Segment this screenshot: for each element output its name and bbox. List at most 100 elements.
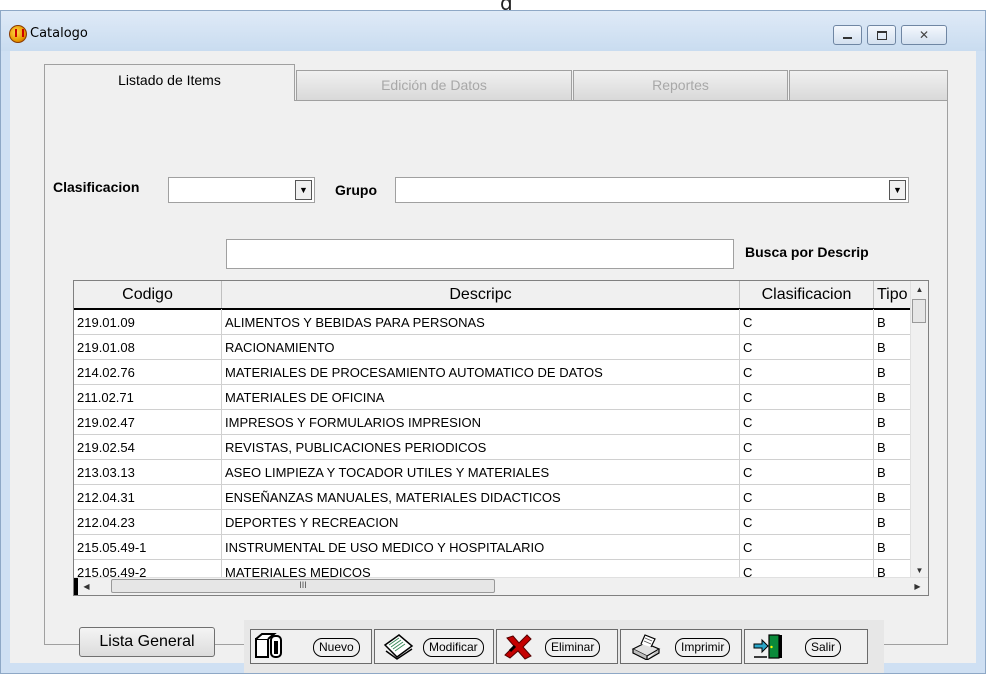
nuevo-label: Nuevo [313,638,360,657]
hscroll-thumb[interactable]: III [111,579,495,593]
cell-descripc[interactable]: ASEO LIMPIEZA Y TOCADOR UTILES Y MATERIA… [222,459,740,485]
cell-clasificacion[interactable]: C [740,434,874,460]
cell-codigo[interactable]: 212.04.31 [74,484,222,510]
table-row[interactable]: 213.03.13 ASEO LIMPIEZA Y TOCADOR UTILES … [74,459,912,485]
cell-descripc[interactable]: IMPRESOS Y FORMULARIOS IMPRESION [222,409,740,435]
cell-descripc[interactable]: ENSEÑANZAS MANUALES, MATERIALES DIDACTIC… [222,484,740,510]
cell-tipo[interactable]: B [874,359,912,385]
salir-label: Salir [805,638,842,657]
scroll-up-icon[interactable]: ▲ [911,281,928,298]
cell-descripc[interactable]: MATERIALES MEDICOS [222,559,740,579]
cell-descripc[interactable]: MATERIALES DE OFICINA [222,384,740,410]
cell-tipo[interactable]: B [874,559,912,579]
cell-codigo[interactable]: 219.02.54 [74,434,222,460]
cell-clasificacion[interactable]: C [740,334,874,360]
new-document-icon [255,633,282,658]
cell-clasificacion[interactable]: C [740,459,874,485]
salir-button[interactable]: Salir [744,629,868,664]
column-header-codigo[interactable]: Codigo [74,281,222,308]
eliminar-button[interactable]: Eliminar [496,629,618,664]
search-input[interactable] [226,239,734,269]
cell-descripc[interactable]: MATERIALES DE PROCESAMIENTO AUTOMATICO D… [222,359,740,385]
items-grid[interactable]: Codigo Descripc Clasificacion Tipo 219.0… [73,280,929,596]
cell-clasificacion[interactable]: C [740,409,874,435]
cell-tipo[interactable]: B [874,484,912,510]
grupo-label: Grupo [335,182,377,198]
vertical-scrollbar[interactable]: ▲ ▼ [910,281,928,579]
cell-tipo[interactable]: B [874,409,912,435]
app-icon [9,25,27,43]
tab-extra[interactable] [789,70,948,100]
cell-tipo[interactable]: B [874,334,912,360]
catalogo-window: Catalogo ✕ Listado de Items Edición de D… [0,10,986,674]
cell-codigo[interactable]: 213.03.13 [74,459,222,485]
cell-clasificacion[interactable]: C [740,534,874,560]
column-header-clasificacion[interactable]: Clasificacion [740,281,874,308]
table-row[interactable]: 214.02.76 MATERIALES DE PROCESAMIENTO AUT… [74,359,912,385]
cell-clasificacion[interactable]: C [740,484,874,510]
cell-codigo[interactable]: 219.01.09 [74,309,222,335]
imprimir-button[interactable]: Imprimir [620,629,742,664]
client-area: Listado de Items Edición de Datos Report… [10,51,976,673]
cell-codigo[interactable]: 219.01.08 [74,334,222,360]
cell-codigo[interactable]: 219.02.47 [74,409,222,435]
table-row[interactable]: 212.04.23 DEPORTES Y RECREACION C B [74,509,912,535]
scroll-thumb[interactable] [912,299,926,323]
table-row[interactable]: 219.02.47 IMPRESOS Y FORMULARIOS IMPRESIO… [74,409,912,435]
scroll-left-icon[interactable]: ◀ [78,578,95,595]
grupo-select[interactable]: ▼ [395,177,909,203]
window-title: Catalogo [30,26,88,41]
cell-descripc[interactable]: INSTRUMENTAL DE USO MEDICO Y HOSPITALARI… [222,534,740,560]
scroll-right-icon[interactable]: ▶ [909,578,926,595]
tab-reportes[interactable]: Reportes [573,70,788,100]
table-row[interactable]: 212.04.31 ENSEÑANZAS MANUALES, MATERIALES… [74,484,912,510]
horizontal-scrollbar[interactable]: ◀ III ▶ [74,577,928,595]
cell-tipo[interactable]: B [874,509,912,535]
cell-tipo[interactable]: B [874,309,912,335]
cell-tipo[interactable]: B [874,459,912,485]
tab-edicion-datos[interactable]: Edición de Datos [296,70,572,100]
table-row[interactable]: 215.05.49-2 MATERIALES MEDICOS C B [74,559,912,579]
cell-tipo[interactable]: B [874,384,912,410]
cell-clasificacion[interactable]: C [740,309,874,335]
table-row[interactable]: 219.02.54 REVISTAS, PUBLICACIONES PERIODI… [74,434,912,460]
tab-listado-items[interactable]: Listado de Items [44,64,295,101]
modificar-button[interactable]: Modificar [374,629,494,664]
cell-clasificacion[interactable]: C [740,559,874,579]
maximize-button[interactable] [867,25,896,45]
table-row[interactable]: 219.01.08 RACIONAMIENTO C B [74,334,912,360]
minimize-button[interactable] [833,25,862,45]
table-row[interactable]: 219.01.09 ALIMENTOS Y BEBIDAS PARA PERSON… [74,309,912,335]
cell-codigo[interactable]: 215.05.49-1 [74,534,222,560]
column-header-tipo[interactable]: Tipo [874,281,912,308]
cell-clasificacion[interactable]: C [740,359,874,385]
chevron-down-icon[interactable]: ▼ [295,180,312,200]
cell-codigo[interactable]: 212.04.23 [74,509,222,535]
nuevo-button[interactable]: Nuevo [250,629,372,664]
printer-icon [631,634,661,660]
cell-descripc[interactable]: REVISTAS, PUBLICACIONES PERIODICOS [222,434,740,460]
close-button[interactable]: ✕ [901,25,947,45]
cell-tipo[interactable]: B [874,434,912,460]
column-header-descripc[interactable]: Descripc [222,281,740,308]
cell-descripc[interactable]: ALIMENTOS Y BEBIDAS PARA PERSONAS [222,309,740,335]
delete-x-icon [504,634,532,660]
cell-codigo[interactable]: 215.05.49-2 [74,559,222,579]
cell-clasificacion[interactable]: C [740,384,874,410]
cell-codigo[interactable]: 211.02.71 [74,384,222,410]
cell-codigo[interactable]: 214.02.76 [74,359,222,385]
clasificacion-select[interactable]: ▼ [168,177,315,203]
table-row[interactable]: 211.02.71 MATERIALES DE OFICINA C B [74,384,912,410]
imprimir-label: Imprimir [675,638,731,657]
cell-clasificacion[interactable]: C [740,509,874,535]
cell-tipo[interactable]: B [874,534,912,560]
table-row[interactable]: 215.05.49-1 INSTRUMENTAL DE USO MEDICO Y … [74,534,912,560]
lista-general-button[interactable]: Lista General [79,627,215,657]
grid-header: Codigo Descripc Clasificacion Tipo [74,281,912,310]
chevron-down-icon[interactable]: ▼ [889,180,906,200]
title-bar[interactable]: Catalogo ✕ [1,11,985,51]
modificar-label: Modificar [423,638,484,657]
cell-descripc[interactable]: DEPORTES Y RECREACION [222,509,740,535]
cell-descripc[interactable]: RACIONAMIENTO [222,334,740,360]
listado-panel: Clasificacion ▼ Grupo ▼ Busca por Descri… [44,100,948,673]
